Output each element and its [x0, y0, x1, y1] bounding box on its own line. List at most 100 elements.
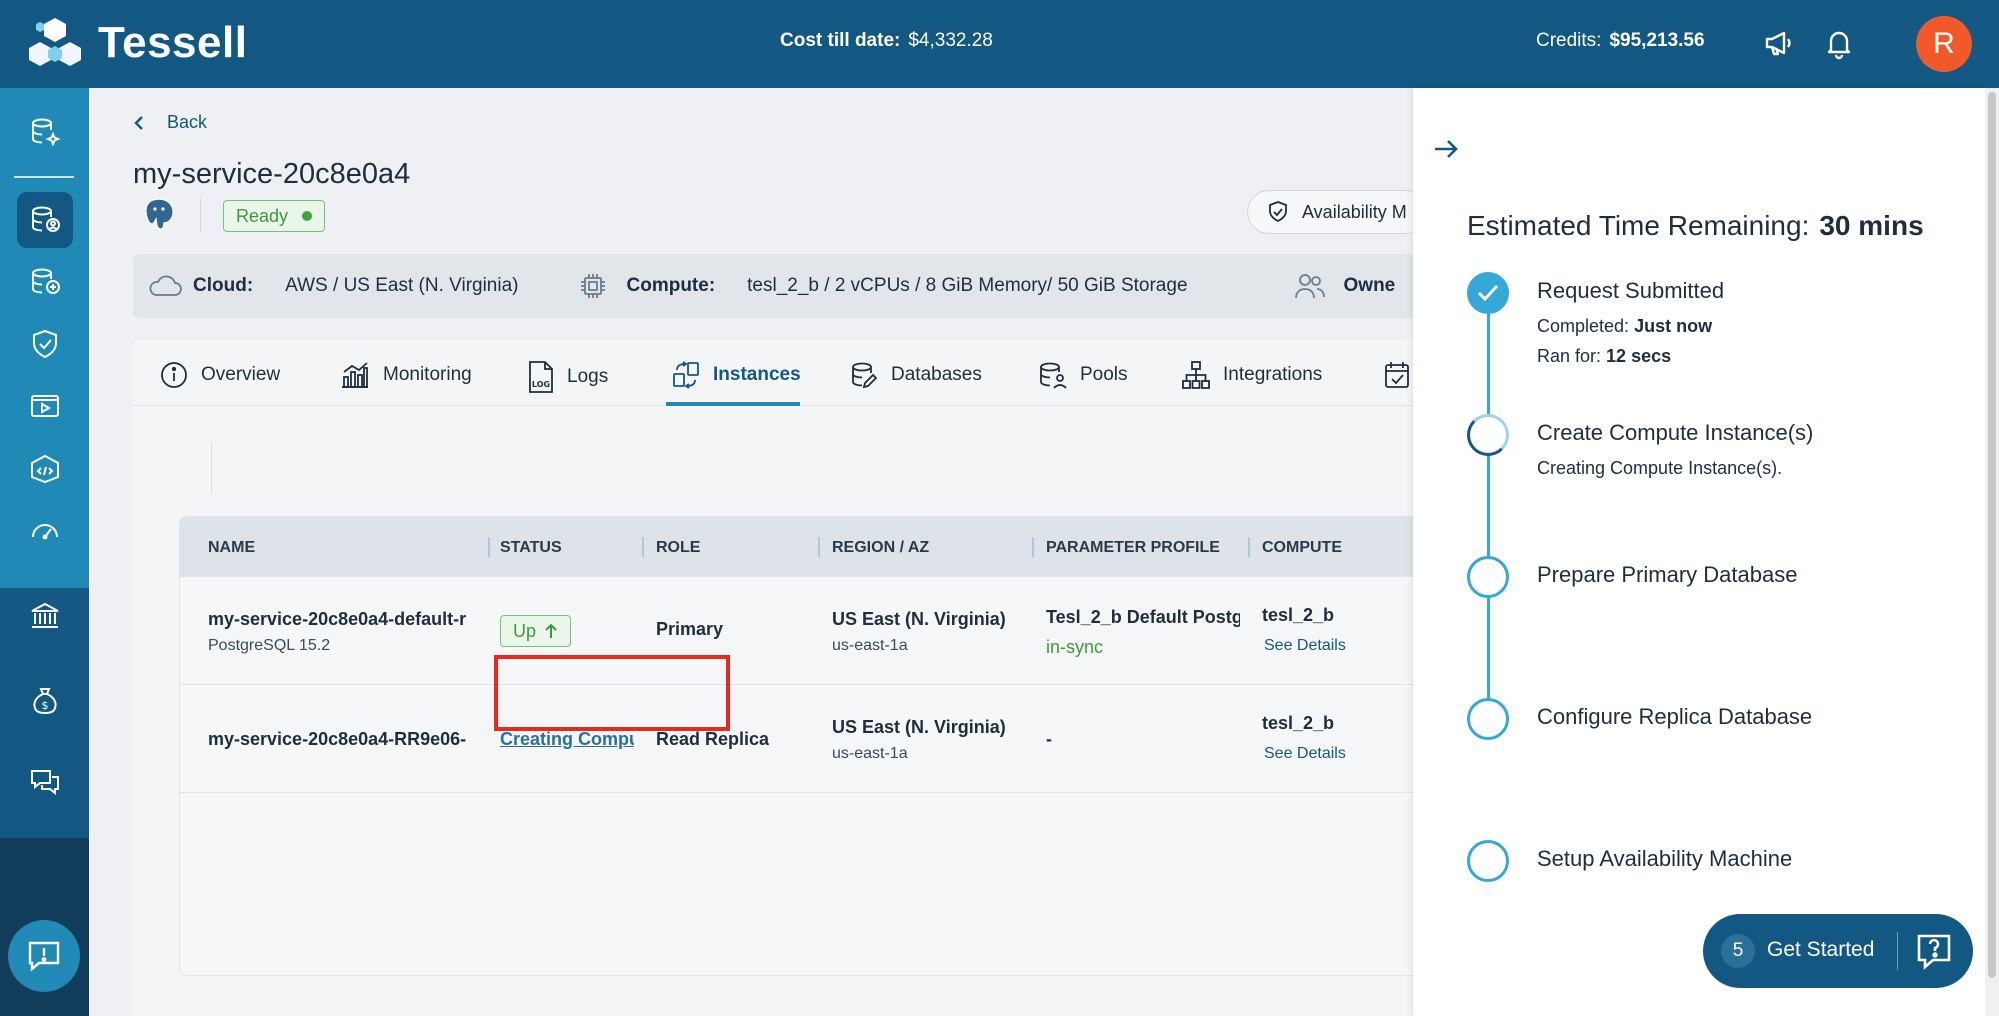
column-header-role[interactable]: ROLE: [656, 539, 700, 557]
instance-parameter-profile: -: [1046, 729, 1052, 749]
database-sparkle-icon: [32, 118, 61, 147]
drawer-scrollbar[interactable]: [1985, 88, 1999, 1016]
instance-status-link[interactable]: Creating Compu: [500, 729, 634, 750]
nav-benchmarks[interactable]: [17, 502, 73, 558]
database-user-icon: [32, 206, 60, 232]
progress-drawer: Estimated Time Remaining: 30 mins Request…: [1413, 88, 1985, 1016]
tab-label: Monitoring: [383, 364, 472, 385]
hierarchy-icon: [1182, 361, 1210, 389]
column-divider[interactable]: [1032, 537, 1034, 557]
tab-label: Instances: [713, 364, 801, 385]
instance-compute: tesl_2_b: [1262, 605, 1335, 625]
column-header-name[interactable]: NAME: [208, 539, 255, 557]
nav-database-catalog[interactable]: [17, 104, 73, 160]
availability-label: Availability M: [1302, 201, 1407, 222]
step-completed: Completed: Just now: [1537, 316, 1712, 337]
svg-text:$: $: [42, 699, 49, 712]
chevron-left-icon: [134, 115, 143, 130]
column-divider[interactable]: [488, 537, 490, 557]
nav-governance[interactable]: [17, 588, 73, 644]
help-chat-icon[interactable]: [1913, 930, 1955, 972]
instance-region: US East (N. Virginia): [832, 717, 1006, 737]
etr-value: 30 mins: [1819, 210, 1924, 241]
column-divider[interactable]: [642, 537, 644, 557]
credits: Credits: $95,213.56: [1536, 30, 1705, 52]
cpu-icon: [575, 271, 611, 301]
megaphone-icon[interactable]: [1762, 26, 1796, 60]
tab-label: Logs: [567, 366, 609, 387]
tab-integrations[interactable]: Integrations: [1181, 360, 1322, 390]
feedback-button[interactable]: [8, 920, 80, 992]
nav-dataflix[interactable]: [17, 378, 73, 434]
arrow-right-icon[interactable]: [1431, 134, 1461, 164]
tab-overview[interactable]: Overview: [159, 360, 280, 390]
main-content: Back my-service-20c8e0a4 Ready Availabil…: [89, 88, 1413, 1016]
nav-billing[interactable]: $: [17, 672, 73, 728]
gauge-icon: [32, 524, 58, 540]
estimated-time-remaining: Estimated Time Remaining: 30 mins: [1467, 210, 1924, 242]
instance-role: Read Replica: [656, 729, 770, 749]
compute-value: tesl_2_b / 2 vCPUs / 8 GiB Memory/ 50 Gi…: [747, 275, 1188, 296]
tab-label: Databases: [891, 364, 982, 385]
instance-compute: tesl_2_b: [1262, 713, 1335, 733]
nav-sanitization[interactable]: [17, 440, 73, 496]
step-subtitle: Creating Compute Instance(s).: [1537, 458, 1783, 478]
tessell-logo[interactable]: Tessell: [26, 14, 247, 72]
tab-schedules[interactable]: [1383, 360, 1411, 390]
availability-machine-button[interactable]: Availability M: [1247, 190, 1413, 234]
nav-support[interactable]: [17, 754, 73, 810]
instance-name[interactable]: my-service-20c8e0a4-default-r: [208, 609, 480, 630]
tab-instances[interactable]: Instances: [671, 360, 801, 390]
status-label: Ready: [236, 205, 289, 226]
see-details-link[interactable]: See Details: [1264, 637, 1346, 655]
user-avatar[interactable]: R: [1916, 16, 1972, 72]
shield-check-icon: [33, 329, 57, 359]
table-row[interactable]: my-service-20c8e0a4-default-r PostgreSQL…: [180, 577, 1413, 685]
bank-icon: [31, 602, 59, 628]
nav-provision[interactable]: [17, 254, 73, 310]
side-nav: $: [0, 88, 89, 1016]
nav-my-services[interactable]: [17, 192, 73, 248]
message-alert-icon: [28, 941, 60, 972]
back-label: Back: [167, 112, 208, 132]
scrollbar-thumb[interactable]: [1988, 92, 1996, 978]
ran-for-value: 12 secs: [1606, 346, 1672, 366]
column-header-region[interactable]: REGION / AZ: [832, 539, 929, 557]
column-header-compute[interactable]: COMPUTE: [1262, 539, 1342, 557]
back-link[interactable]: Back: [133, 112, 207, 133]
see-details-link[interactable]: See Details: [1264, 745, 1346, 763]
tab-databases[interactable]: Databases: [849, 360, 982, 390]
column-header-status[interactable]: STATUS: [500, 539, 562, 557]
instance-region: US East (N. Virginia): [832, 609, 1006, 629]
column-header-parameter-profile[interactable]: PARAMETER PROFILE: [1046, 539, 1220, 557]
header-divider: [200, 198, 201, 232]
tab-logs[interactable]: LOG Logs: [527, 360, 608, 394]
timeline-line: [1487, 294, 1490, 734]
database-icon: [852, 362, 878, 389]
service-info-bar: Cloud: AWS / US East (N. Virginia) Compu…: [133, 254, 1413, 318]
tab-monitoring[interactable]: Monitoring: [339, 360, 472, 390]
step-title: Setup Availability Machine: [1537, 846, 1793, 871]
info-icon: [161, 362, 187, 388]
database-user-icon: [1040, 362, 1067, 389]
column-divider[interactable]: [818, 537, 820, 557]
status-badge: Ready: [223, 200, 326, 232]
page-title: my-service-20c8e0a4: [133, 158, 411, 190]
instance-name[interactable]: my-service-20c8e0a4-RR9e06-: [208, 729, 480, 750]
completed-label: Completed:: [1537, 316, 1630, 336]
instance-az: us-east-1a: [832, 745, 908, 762]
get-started-button[interactable]: 5 Get Started: [1703, 914, 1973, 988]
cost-label: Cost till date:: [780, 30, 901, 51]
tab-pools[interactable]: Pools: [1038, 360, 1128, 390]
instance-parameter-profile[interactable]: Tesl_2_b Default Postg: [1046, 607, 1240, 628]
nav-availability-machines[interactable]: [17, 316, 73, 372]
table-row[interactable]: my-service-20c8e0a4-RR9e06- Creating Com…: [180, 685, 1413, 793]
column-divider[interactable]: [1248, 537, 1250, 557]
step-duration: Ran for: 12 secs: [1537, 346, 1671, 367]
table-header: NAME STATUS ROLE REGION / AZ PARAMETER P…: [180, 517, 1413, 577]
code-box-icon: [31, 454, 59, 484]
bell-icon[interactable]: [1822, 26, 1856, 60]
arrow-up-icon: [545, 623, 557, 638]
cloud-label: Cloud:: [193, 275, 254, 296]
top-bar: Tessell Cost till date: $4,332.28 Credits…: [0, 0, 1999, 88]
